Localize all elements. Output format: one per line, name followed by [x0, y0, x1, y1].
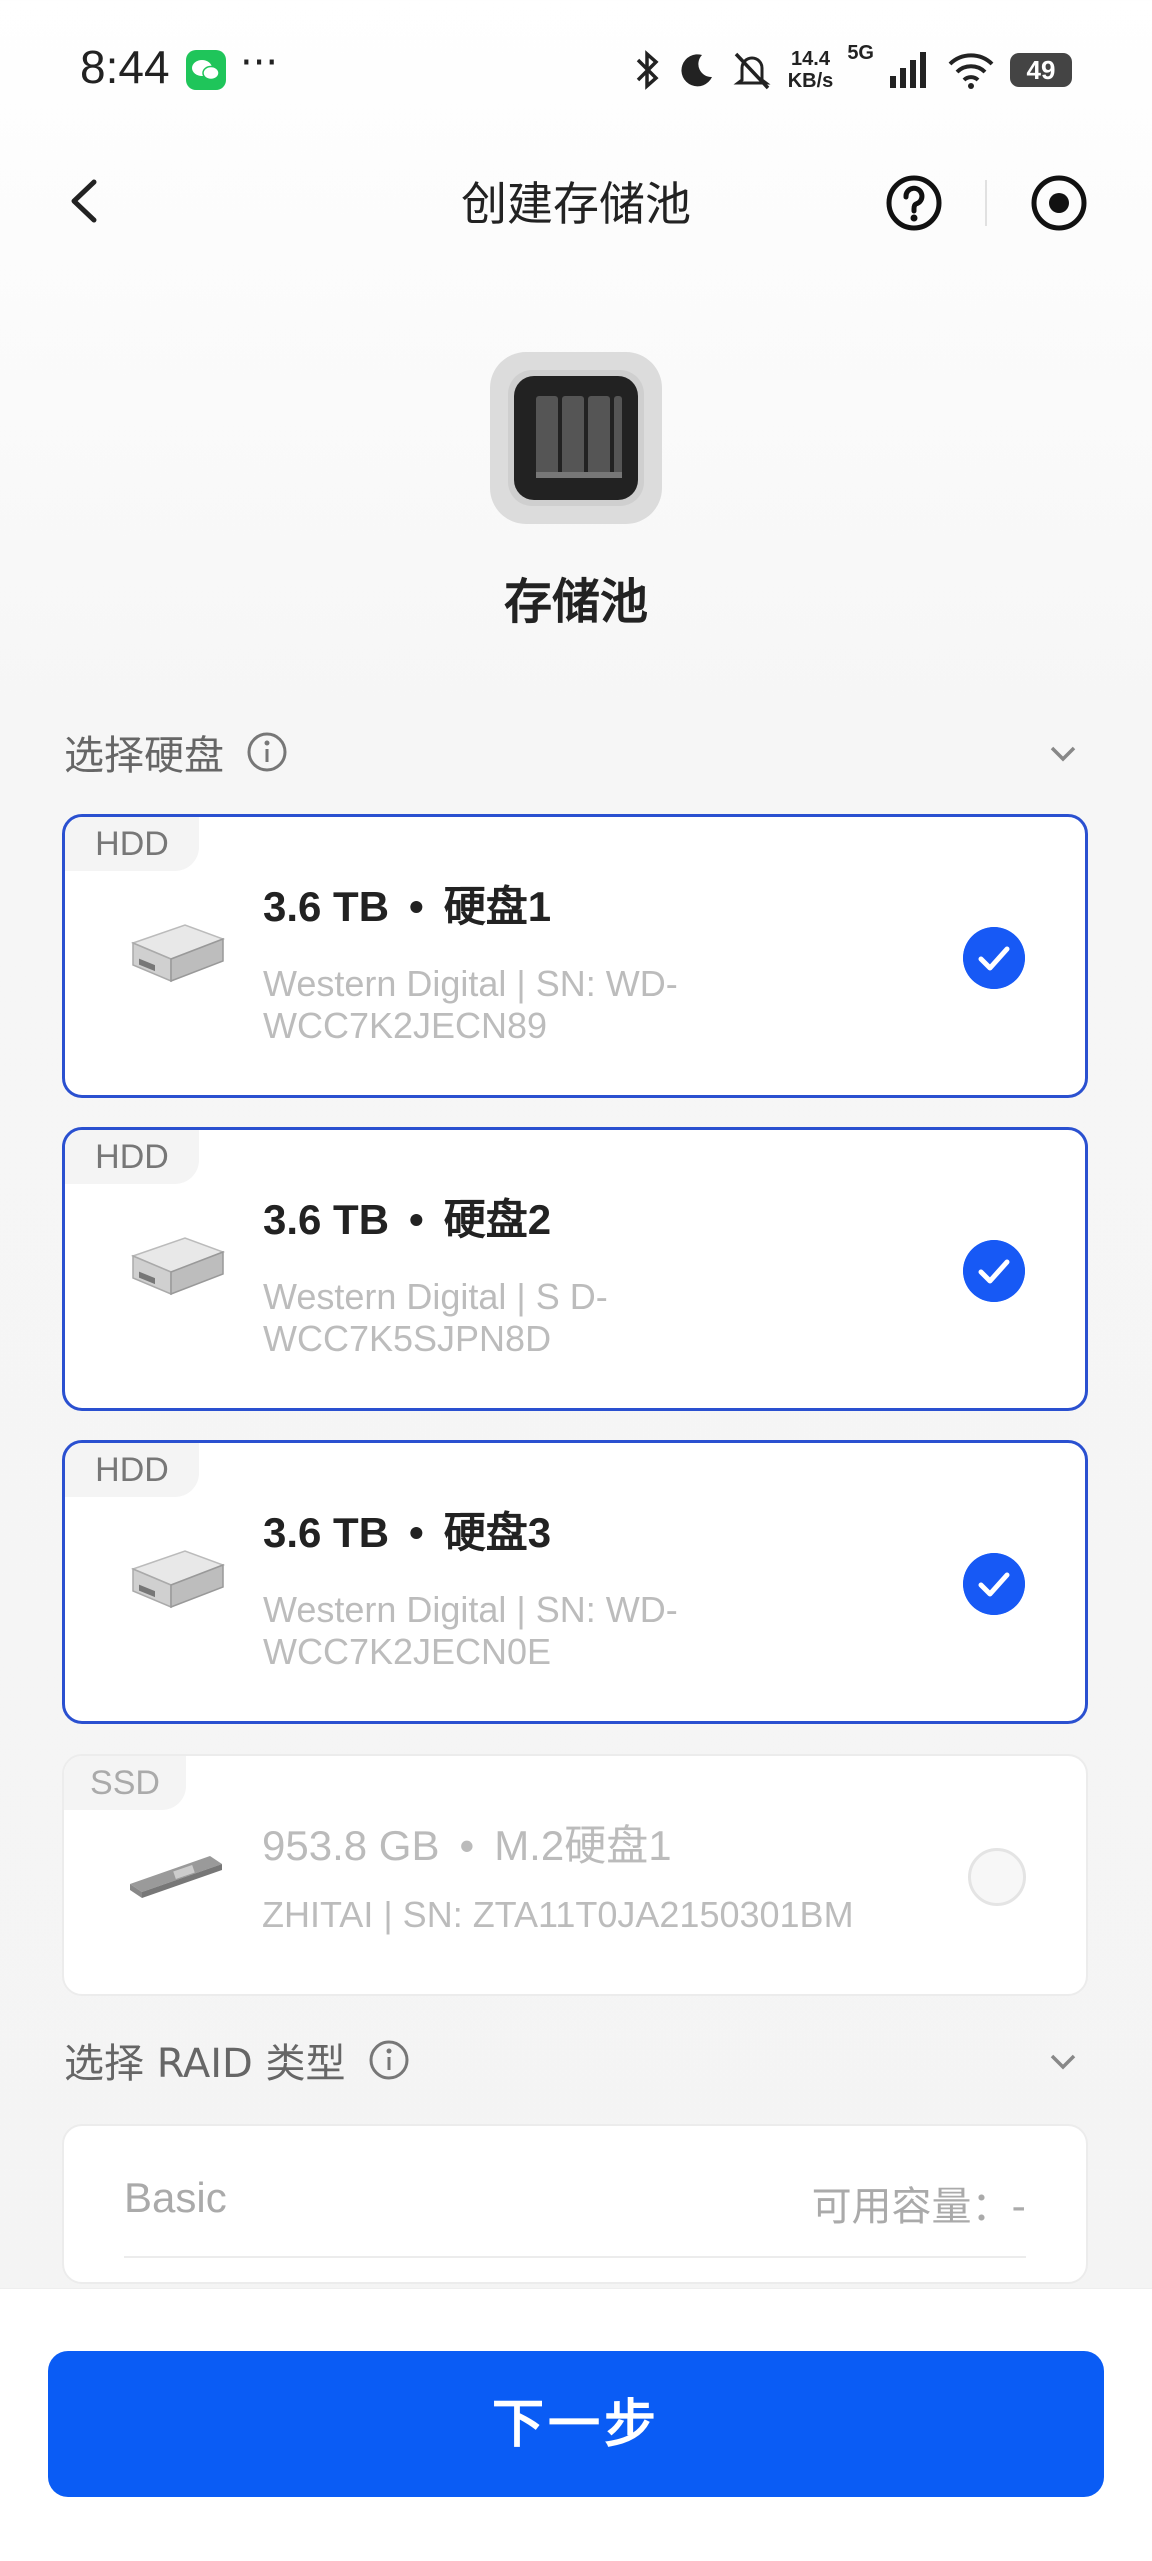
hdd-icon — [130, 1550, 226, 1609]
wechat-icon — [186, 50, 226, 90]
disk-card-1[interactable]: HDD 3.6 TB • 硬盘1 Western Digital | SN: WD-… — [62, 814, 1088, 1098]
disk-card-ssd[interactable]: SSD 953.8 GB • M.2硬盘1 ZHITAI | SN: ZTA11T0… — [62, 1754, 1088, 1996]
disk-type-tag: HDD — [65, 1443, 199, 1497]
disk-subtitle: Western Digital | SN: WD-WCC7K2JECN0E — [263, 1589, 678, 1672]
disk-card-2[interactable]: HDD 3.6 TB • 硬盘2 Western Digital | S D-WCC… — [62, 1127, 1088, 1411]
disk-section-label: 选择硬盘 — [64, 733, 224, 779]
checkmark-icon[interactable] — [963, 1553, 1025, 1615]
checkmark-icon[interactable] — [963, 1240, 1025, 1302]
status-time: 8:44 — [80, 41, 170, 93]
info-icon[interactable] — [368, 2039, 410, 2081]
disk-title: 3.6 TB • 硬盘3 — [263, 1509, 552, 1556]
nav-bar: 创建存储池 — [0, 140, 1152, 260]
disk-title: 3.6 TB • 硬盘1 — [263, 883, 552, 930]
divider — [124, 2256, 1026, 2258]
pool-title: 存储池 — [503, 574, 648, 630]
next-button[interactable]: 下一步 — [48, 2351, 1104, 2497]
disk-type-tag: SSD — [64, 1756, 186, 1810]
storage-pool-icon — [490, 352, 662, 524]
ssd-icon — [130, 1856, 222, 1898]
signal-icon — [890, 52, 926, 88]
raid-option-basic[interactable]: Basic 可用容量：- — [62, 2124, 1088, 2284]
battery-icon: 49 — [1010, 53, 1072, 87]
info-icon[interactable] — [246, 731, 288, 773]
disk-card-3[interactable]: HDD 3.6 TB • 硬盘3 Western Digital | SN: WD-… — [62, 1440, 1088, 1724]
hdd-icon — [130, 1237, 226, 1296]
raid-section-label: 选择 RAID 类型 — [64, 2041, 346, 2087]
bluetooth-icon — [636, 50, 659, 90]
page-title: 创建存储池 — [461, 177, 691, 231]
disk-subtitle: Western Digital | S D-WCC7K5SJPN8D — [263, 1276, 608, 1359]
disk-subtitle: Western Digital | SN: WD-WCC7K2JECN89 — [263, 963, 678, 1046]
disk-section-header[interactable]: 选择硬盘 — [64, 722, 1088, 782]
nav-divider — [985, 180, 987, 226]
help-icon[interactable] — [885, 174, 943, 232]
moon-icon — [681, 54, 712, 87]
chevron-down-icon[interactable] — [1046, 2044, 1080, 2078]
raid-name: Basic — [124, 2174, 227, 2221]
checkmark-icon[interactable] — [963, 927, 1025, 989]
net-speed: 14.4 KB/s — [787, 48, 834, 92]
wifi-icon — [948, 53, 994, 89]
network-type: 5G — [847, 42, 874, 64]
disk-type-tag: HDD — [65, 1130, 199, 1184]
record-icon[interactable] — [1030, 174, 1088, 232]
raid-capacity: 可用容量：- — [811, 2184, 1026, 2230]
hdd-icon — [130, 924, 226, 983]
unchecked-radio[interactable] — [968, 1848, 1026, 1906]
more-dots: ··· — [240, 40, 279, 86]
status-icons: 14.4 KB/s 5G 49 — [630, 40, 1072, 100]
raid-section-header[interactable]: 选择 RAID 类型 — [64, 2030, 1088, 2090]
disk-title: 3.6 TB • 硬盘2 — [263, 1196, 552, 1243]
chevron-down-icon[interactable] — [1046, 736, 1080, 770]
disk-title: 953.8 GB • M.2硬盘1 — [262, 1822, 672, 1869]
disk-type-tag: HDD — [65, 817, 199, 871]
mute-icon — [733, 52, 771, 90]
status-bar: 8:44 ··· 14.4 KB/s 5G 49 — [0, 0, 1152, 140]
disk-subtitle: ZHITAI | SN: ZTA11T0JA2150301BM — [262, 1894, 854, 1935]
bottom-bar: 下一步 — [0, 2288, 1152, 2561]
